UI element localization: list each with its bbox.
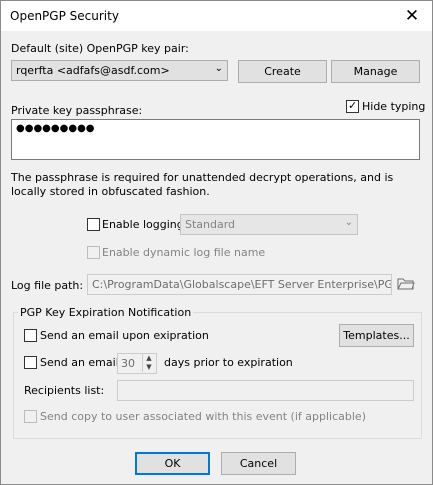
cancel-button[interactable]: Cancel (221, 452, 296, 475)
create-button[interactable]: Create (238, 60, 327, 83)
close-icon[interactable]: ✕ (392, 1, 432, 31)
enable-logging-label: Enable logging (102, 218, 184, 231)
expiration-group-title: PGP Key Expiration Notification (18, 306, 194, 319)
logging-level-select[interactable]: Standard ⌄ (180, 214, 358, 235)
logging-level-value: Standard (185, 218, 236, 231)
manage-button[interactable]: Manage (331, 60, 420, 83)
keypair-select[interactable]: rqerfta <adfafs@asdf.com> ⌄ (11, 60, 228, 81)
dynamic-log-name-checkbox[interactable] (87, 246, 100, 259)
send-on-expiration-label: Send an email upon exipration (40, 329, 209, 342)
hide-typing-label: Hide typing (362, 100, 426, 113)
enable-logging-checkbox[interactable] (87, 218, 100, 231)
passphrase-info-text: The passphrase is required for unattende… (11, 171, 394, 198)
send-prior-checkbox[interactable] (24, 356, 37, 369)
keypair-select-value: rqerfta <adfafs@asdf.com> (16, 64, 170, 77)
hide-typing-checkbox[interactable]: ✓ (346, 99, 359, 113)
spin-up-icon[interactable]: ▲ (142, 354, 155, 363)
chevron-down-icon: ⌄ (214, 63, 223, 74)
checkmark-icon: ✓ (348, 99, 358, 112)
recipients-field[interactable] (117, 380, 414, 401)
log-file-path-field[interactable]: C:\ProgramData\Globalscape\EFT Server En… (87, 274, 392, 295)
send-prior-label: Send an email (40, 356, 119, 369)
passphrase-label: Private key passphrase: (11, 104, 143, 117)
passphrase-field[interactable]: ●●●●●●●●● (11, 119, 420, 160)
spin-down-icon[interactable]: ▼ (142, 363, 155, 372)
log-file-path-label: Log file path: (11, 279, 84, 292)
openpgp-security-dialog: OpenPGP Security ✕ Default (site) OpenPG… (0, 0, 433, 485)
send-on-expiration-checkbox[interactable] (24, 329, 37, 342)
templates-button[interactable]: Templates... (339, 324, 414, 347)
window-title: OpenPGP Security (10, 9, 119, 23)
keypair-label: Default (site) OpenPGP key pair: (11, 42, 189, 55)
recipients-label: Recipients list: (24, 384, 105, 397)
folder-icon[interactable] (397, 275, 415, 294)
log-file-path-value: C:\ProgramData\Globalscape\EFT Server En… (92, 278, 391, 291)
title-bar: OpenPGP Security ✕ (1, 1, 432, 31)
passphrase-value: ●●●●●●●●● (16, 123, 95, 134)
send-copy-label: Send copy to user associated with this e… (40, 410, 366, 423)
chevron-down-icon: ⌄ (344, 217, 353, 228)
days-spinner[interactable]: 30 ▲ ▼ (117, 353, 157, 374)
ok-button[interactable]: OK (135, 452, 210, 475)
days-suffix-label: days prior to expiration (164, 356, 293, 369)
days-value: 30 (121, 357, 135, 370)
dynamic-log-name-label: Enable dynamic log file name (102, 246, 266, 259)
send-copy-checkbox[interactable] (24, 410, 37, 423)
